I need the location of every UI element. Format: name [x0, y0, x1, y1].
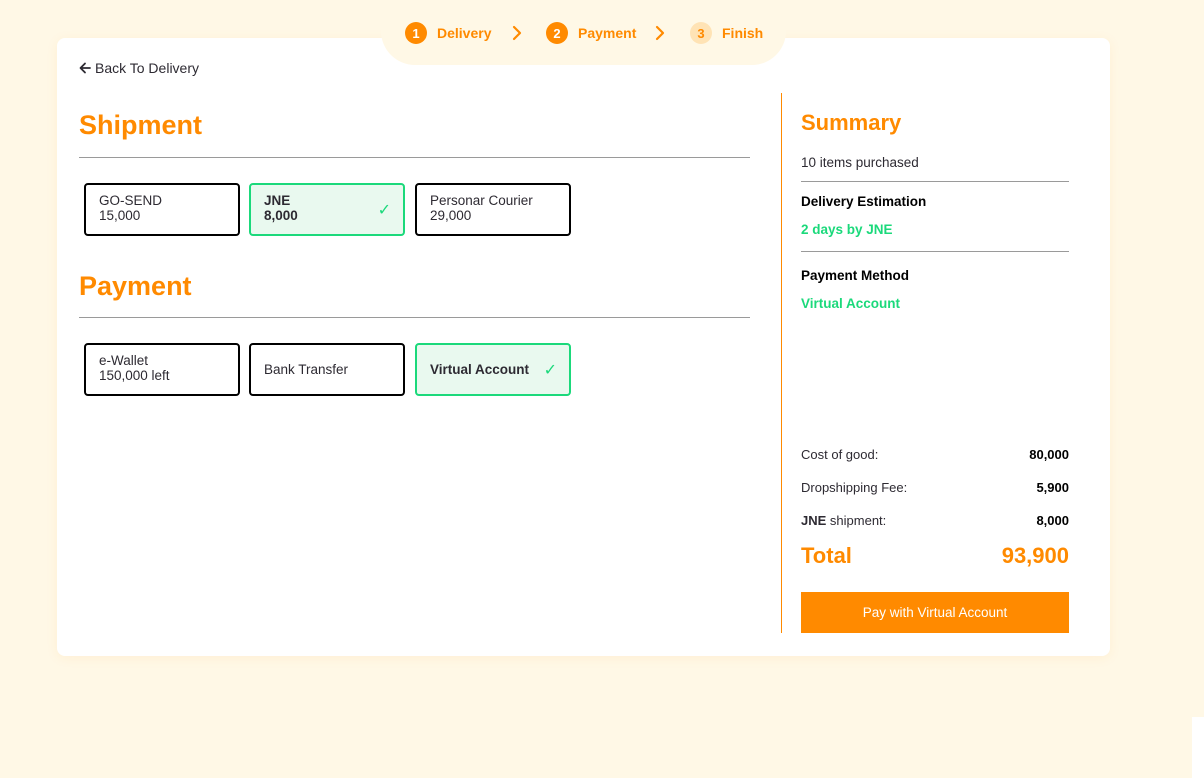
cost-value: 8,000 [1036, 513, 1069, 528]
step-finish[interactable]: 3 Finish [690, 22, 763, 44]
shipment-courier: JNE [801, 513, 827, 528]
payment-method-value: Virtual Account [801, 296, 901, 311]
shipment-title: Shipment [79, 110, 203, 140]
step-delivery[interactable]: 1 Delivery [405, 22, 491, 44]
shipment-option-personar-courier[interactable]: Personar Courier 29,000 [415, 183, 571, 236]
divider [79, 157, 750, 158]
delivery-estimation-value: 2 days by JNE [801, 222, 893, 237]
check-icon: ✓ [543, 361, 557, 379]
divider [801, 251, 1069, 252]
option-detail: 150,000 left [99, 368, 170, 383]
step-number: 3 [690, 22, 712, 44]
option-name: Personar Courier [430, 193, 533, 208]
option-name: JNE [264, 193, 291, 208]
divider [801, 181, 1069, 182]
option-name: Bank Transfer [264, 362, 349, 377]
delivery-estimation-label: Delivery Estimation [801, 194, 927, 209]
option-name: GO-SEND [99, 193, 163, 208]
cost-of-good-row: Cost of good: 80,000 [801, 447, 1069, 462]
summary-divider [781, 93, 782, 633]
divider [79, 317, 750, 318]
back-to-delivery-link[interactable]: Back To Delivery [79, 60, 199, 76]
back-link-label: Back To Delivery [95, 60, 200, 76]
check-icon: ✓ [377, 201, 391, 219]
option-price: 15,000 [99, 208, 141, 223]
payment-method-label: Payment Method [801, 268, 910, 283]
arrow-left-icon [79, 62, 91, 74]
cost-label: JNE shipment: [801, 513, 886, 528]
payment-option-ewallet[interactable]: e-Wallet 150,000 left [84, 343, 240, 396]
step-payment[interactable]: 2 Payment [546, 22, 636, 44]
cost-label: Cost of good: [801, 447, 879, 462]
shipment-cost-row: JNE shipment: 8,000 [801, 513, 1069, 528]
shipment-suffix: shipment: [826, 513, 887, 528]
payment-option-virtual-account[interactable]: Virtual Account ✓ [415, 343, 571, 396]
chevron-right-icon [653, 24, 667, 42]
total-value: 93,900 [1001, 543, 1069, 568]
background-patch [1192, 717, 1204, 778]
shipment-option-gosend[interactable]: GO-SEND 15,000 [84, 183, 240, 236]
cost-value: 80,000 [1029, 447, 1069, 462]
chevron-right-icon [510, 24, 524, 42]
checkout-card: Back To Delivery Shipment GO-SEND 15,000… [57, 38, 1110, 656]
option-name: e-Wallet [99, 353, 149, 368]
summary-title: Summary [801, 110, 902, 135]
cost-value: 5,900 [1036, 480, 1069, 495]
option-name: Virtual Account [430, 362, 530, 377]
step-label: Finish [722, 25, 764, 41]
pay-button[interactable]: Pay with Virtual Account [801, 592, 1069, 633]
shipment-option-jne[interactable]: JNE 8,000 ✓ [249, 183, 405, 236]
step-label: Payment [578, 25, 637, 41]
cost-label: Dropshipping Fee: [801, 480, 908, 495]
option-price: 29,000 [430, 208, 472, 223]
step-number: 2 [546, 22, 568, 44]
payment-title: Payment [79, 271, 192, 301]
step-number: 1 [405, 22, 427, 44]
step-label: Delivery [437, 25, 492, 41]
items-purchased: 10 items purchased [801, 155, 919, 170]
total-label: Total [801, 543, 852, 568]
total-row: Total 93,900 [801, 543, 1069, 569]
dropshipping-fee-row: Dropshipping Fee: 5,900 [801, 480, 1069, 495]
option-price: 8,000 [264, 208, 298, 223]
payment-option-bank-transfer[interactable]: Bank Transfer [249, 343, 405, 396]
checkout-stepper: 1 Delivery 2 Payment 3 Finish [381, 0, 786, 65]
